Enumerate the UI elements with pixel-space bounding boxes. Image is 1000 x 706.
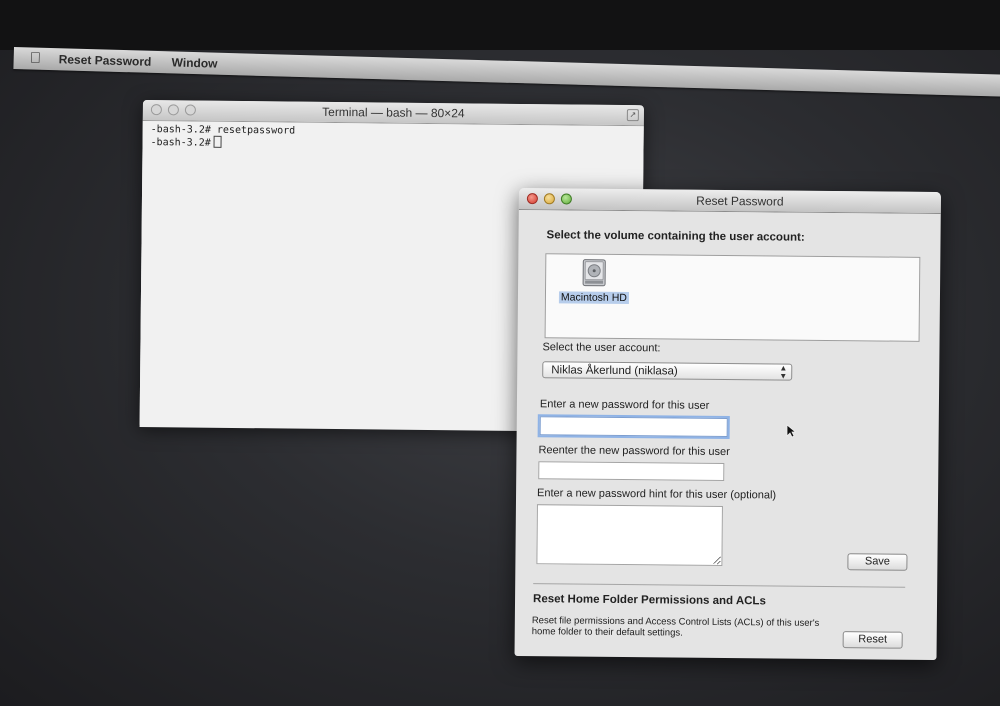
menu-window[interactable]: Window [171,55,217,70]
reenter-password-label: Reenter the new password for this user [538,444,730,459]
reset-password-titlebar[interactable]: Reset Password [518,188,941,215]
select-volume-label: Select the volume containing the user ac… [546,229,805,244]
terminal-prompt: -bash-3.2# [150,137,211,149]
reenter-password-field[interactable] [538,461,725,481]
text-cursor-icon [213,135,222,148]
select-user-label: Select the user account: [542,341,661,355]
menu-bar:  Reset Password Window [13,47,1000,97]
apple-menu-icon[interactable]:  [29,49,41,66]
reset-button[interactable]: Reset [842,631,903,649]
password-hint-field[interactable] [536,504,723,566]
password-hint-label: Enter a new password hint for this user … [537,487,777,502]
reset-permissions-description: Reset file permissions and Access Contro… [531,615,820,639]
new-password-label: Enter a new password for this user [539,398,710,412]
volume-name[interactable]: Macintosh HD [558,291,629,305]
user-account-popup[interactable]: Niklas Åkerlund (niklasa) ▲ ▼ [542,361,793,381]
chevron-updown-icon: ▲ ▼ [779,363,788,381]
menu-app-name[interactable]: Reset Password [58,52,151,69]
save-button[interactable]: Save [847,553,908,571]
window-title: Reset Password [696,193,784,209]
section-divider [533,583,906,588]
hard-disk-icon[interactable] [580,258,608,288]
volume-list[interactable]: Macintosh HD [544,253,921,342]
reset-permissions-title: Reset Home Folder Permissions and ACLs [532,593,766,608]
selected-user: Niklas Åkerlund (niklasa) [551,364,678,378]
new-password-field[interactable] [539,416,728,438]
monitor-bezel [0,0,1000,50]
fullscreen-icon[interactable]: ↗ [626,109,639,122]
mouse-pointer-icon [786,424,796,438]
reset-password-window: Reset Password Select the volume contain… [514,188,941,661]
terminal-title: Terminal — bash — 80×24 [322,104,465,121]
